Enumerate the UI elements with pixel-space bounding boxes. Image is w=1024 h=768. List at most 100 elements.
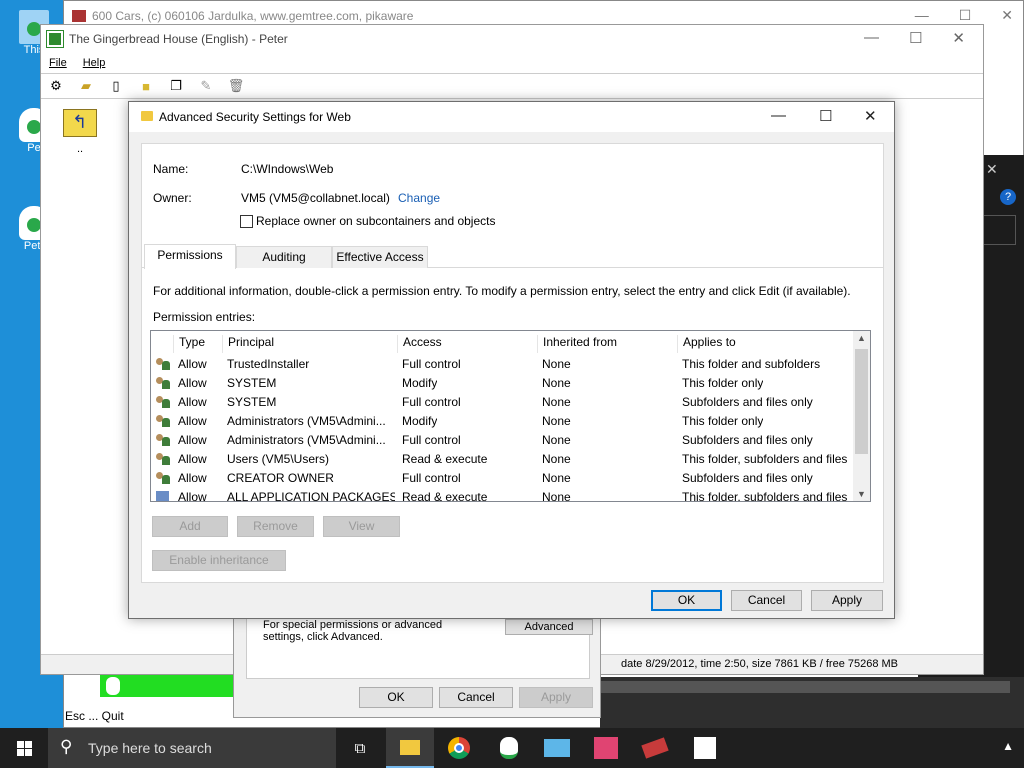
cancel-button[interactable]: Cancel: [439, 687, 513, 708]
vertical-scrollbar[interactable]: ▲ ▼: [853, 331, 870, 501]
table-row[interactable]: Allow Administrators (VM5\Admini... Full…: [151, 431, 855, 450]
close-icon[interactable]: ✕: [1001, 7, 1013, 24]
menu-file[interactable]: File: [49, 57, 67, 69]
add-button[interactable]: Add: [152, 516, 228, 537]
help-icon[interactable]: ?: [1000, 189, 1016, 205]
fish-icon: [544, 739, 570, 757]
new-file-icon[interactable]: ▯: [107, 78, 125, 94]
house-taskbar-icon[interactable]: [582, 728, 630, 768]
rabbit-icon: [106, 677, 120, 695]
table-row[interactable]: Allow Users (VM5\Users) Read & execute N…: [151, 450, 855, 469]
clock-app-taskbar-icon[interactable]: [681, 728, 729, 768]
properties-dialog[interactable]: For special permissions or advanced sett…: [233, 618, 601, 718]
scroll-thumb[interactable]: [855, 349, 868, 454]
column-header-type[interactable]: Type: [173, 335, 222, 353]
copy-icon[interactable]: ❐: [167, 78, 185, 94]
scroll-down-icon[interactable]: ▼: [857, 489, 866, 499]
apply-button[interactable]: Apply: [519, 687, 593, 708]
cell-applies: This folder and subfolders: [682, 357, 821, 371]
cell-principal: ALL APPLICATION PACKAGES: [227, 490, 395, 502]
ok-button[interactable]: OK: [651, 590, 722, 611]
enable-inheritance-button[interactable]: Enable inheritance: [152, 550, 286, 571]
table-row[interactable]: Allow CREATOR OWNER Full control None Su…: [151, 469, 855, 488]
cell-principal: TrustedInstaller: [227, 357, 310, 371]
tree-icon[interactable]: ⚙: [47, 78, 65, 94]
cell-type: Allow: [178, 490, 207, 502]
search-placeholder: Type here to search: [88, 740, 212, 756]
cancel-button[interactable]: Cancel: [731, 590, 802, 611]
advanced-security-dialog[interactable]: Advanced Security Settings for Web — ☐ ✕…: [128, 101, 895, 619]
cell-principal: SYSTEM: [227, 395, 277, 409]
tab-effective-access[interactable]: Effective Access: [332, 246, 428, 268]
toolbar: ⚙ ▰ ▯ ■ ❐ ✎ 🗑: [41, 73, 983, 99]
menubar: File Help: [41, 53, 983, 73]
folder-icon: [400, 739, 420, 755]
change-owner-link[interactable]: Change: [398, 191, 440, 205]
view-button[interactable]: View: [323, 516, 400, 537]
cars-window-title: 600 Cars, (c) 060106 Jardulka, www.gemtr…: [92, 9, 414, 23]
apply-button[interactable]: Apply: [811, 590, 883, 611]
info-text: For additional information, double-click…: [153, 284, 851, 298]
column-header-inherited-from[interactable]: Inherited from: [537, 335, 677, 353]
table-row[interactable]: Allow ALL APPLICATION PACKAGES Read & ex…: [151, 488, 855, 502]
gingerbread-titlebar[interactable]: The Gingerbread House (English) - Peter: [41, 25, 983, 53]
new-folder-icon[interactable]: ■: [137, 78, 155, 94]
column-header-principal[interactable]: Principal: [222, 335, 397, 353]
chrome-center-dot: [454, 743, 464, 753]
quit-hint: Esc ... Quit: [65, 709, 124, 723]
horizontal-scrollbar[interactable]: [600, 681, 1010, 693]
file-explorer-taskbar-icon[interactable]: [386, 728, 434, 768]
cell-access: Read & execute: [402, 452, 488, 466]
cars-taskbar-icon[interactable]: [631, 728, 679, 768]
menu-help[interactable]: Help: [83, 57, 106, 69]
tab-strip: Permissions Auditing Effective Access: [142, 244, 883, 269]
close-icon[interactable]: ✕: [986, 161, 998, 178]
column-header-access[interactable]: Access: [397, 335, 537, 353]
minimize-icon[interactable]: —: [915, 7, 929, 24]
gingerbread-taskbar-icon[interactable]: [485, 728, 533, 768]
table-row[interactable]: Allow Administrators (VM5\Admini... Modi…: [151, 412, 855, 431]
windows-logo-icon: [17, 741, 24, 748]
dialog-body: Name: C:\WIndows\Web Owner: VM5 (VM5@col…: [141, 143, 884, 583]
status-text: date 8/29/2012, time 2:50, size 7861 KB …: [621, 658, 899, 670]
dialog-titlebar[interactable]: Advanced Security Settings for Web — ☐ ✕: [129, 102, 894, 132]
up-folder-icon[interactable]: [63, 109, 97, 137]
ok-button[interactable]: OK: [359, 687, 433, 708]
search-icon: ⚲: [60, 737, 73, 756]
cell-inherited: None: [542, 471, 571, 485]
tab-auditing[interactable]: Auditing: [236, 246, 332, 268]
cell-principal: Administrators (VM5\Admini...: [227, 414, 386, 428]
maximize-icon[interactable]: ☐: [959, 7, 972, 24]
cell-inherited: None: [542, 376, 571, 390]
close-icon[interactable]: ✕: [952, 29, 965, 47]
close-icon[interactable]: ✕: [864, 107, 877, 125]
column-header-applies-to[interactable]: Applies to: [677, 335, 855, 353]
open-folder-icon[interactable]: ▰: [77, 78, 95, 94]
cell-principal: SYSTEM: [227, 376, 277, 390]
scroll-up-icon[interactable]: ▲: [857, 333, 866, 343]
minimize-icon[interactable]: —: [771, 107, 786, 124]
cell-access: Modify: [402, 414, 438, 428]
fish-taskbar-icon[interactable]: [533, 728, 581, 768]
table-row[interactable]: Allow TrustedInstaller Full control None…: [151, 355, 855, 374]
maximize-icon[interactable]: ☐: [909, 29, 922, 47]
table-row[interactable]: Allow SYSTEM Full control None Subfolder…: [151, 393, 855, 412]
cell-applies: Subfolders and files only: [682, 471, 813, 485]
maximize-icon[interactable]: ☐: [819, 107, 832, 125]
cell-type: Allow: [178, 414, 207, 428]
rename-icon[interactable]: ✎: [197, 78, 215, 94]
advanced-button[interactable]: Advanced: [505, 619, 593, 635]
chrome-taskbar-icon[interactable]: [435, 728, 483, 768]
minimize-icon[interactable]: —: [864, 29, 879, 47]
start-button[interactable]: [0, 728, 48, 768]
permission-entries-list[interactable]: Type Principal Access Inherited from App…: [150, 330, 871, 502]
table-row[interactable]: Allow SYSTEM Modify None This folder onl…: [151, 374, 855, 393]
tab-permissions[interactable]: Permissions: [144, 244, 236, 269]
task-view-button[interactable]: ⧉: [336, 728, 384, 768]
remove-button[interactable]: Remove: [237, 516, 314, 537]
chevron-up-icon[interactable]: ▲: [1002, 739, 1014, 753]
replace-owner-checkbox[interactable]: [240, 215, 253, 228]
delete-icon[interactable]: 🗑: [227, 78, 245, 94]
bottom-strip: [600, 677, 1024, 728]
search-box[interactable]: ⚲ Type here to search: [48, 728, 336, 768]
